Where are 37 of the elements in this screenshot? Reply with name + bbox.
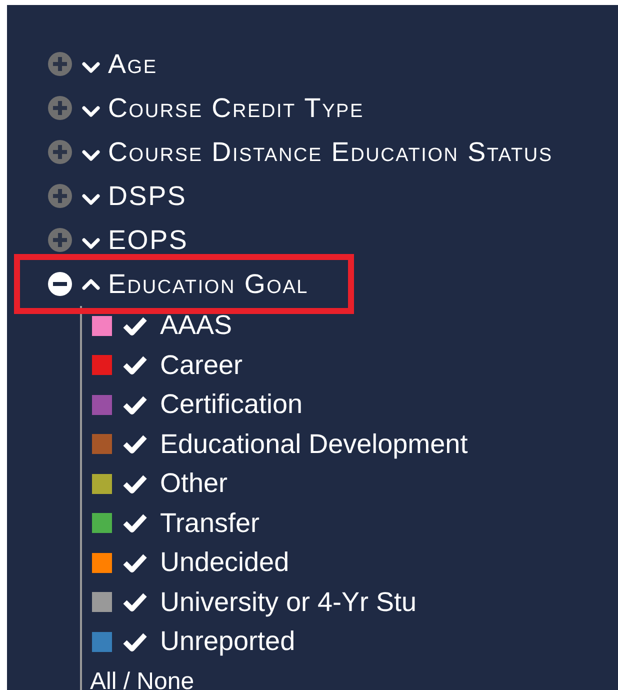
item-label[interactable]: AAAS bbox=[160, 312, 232, 340]
chevron-down-icon bbox=[82, 106, 100, 118]
expand-icon[interactable] bbox=[48, 96, 72, 120]
checkmark-icon[interactable] bbox=[122, 552, 148, 574]
category-label[interactable]: DSPS bbox=[108, 182, 187, 210]
checkmark-icon[interactable] bbox=[122, 591, 148, 614]
category-label[interactable]: Age bbox=[108, 50, 158, 78]
category-label[interactable]: Course Distance Education Status bbox=[108, 138, 553, 166]
chevron-up-icon bbox=[82, 278, 100, 290]
item-label[interactable]: Educational Development bbox=[160, 430, 468, 458]
checkmark-icon[interactable] bbox=[122, 512, 148, 534]
item-label[interactable]: Unreported bbox=[160, 628, 296, 656]
chevron-down-icon bbox=[82, 238, 100, 250]
expand-icon[interactable] bbox=[48, 184, 72, 208]
item-label[interactable]: University or 4-Yr Stu bbox=[160, 588, 417, 616]
checkmark-icon[interactable] bbox=[122, 472, 148, 495]
collapse-icon[interactable] bbox=[48, 272, 72, 296]
expand-icon[interactable] bbox=[48, 52, 72, 76]
checkmark-icon[interactable] bbox=[122, 433, 148, 456]
category-label[interactable]: Education Goal bbox=[108, 270, 309, 298]
item-label[interactable]: Other bbox=[160, 470, 228, 498]
category-label[interactable]: Course Credit Type bbox=[108, 94, 364, 122]
chevron-down-icon bbox=[82, 194, 100, 206]
category-label[interactable]: EOPS bbox=[108, 226, 188, 254]
all-none-link[interactable]: All / None bbox=[90, 670, 194, 690]
checkmark-icon[interactable] bbox=[122, 394, 148, 416]
item-label[interactable]: Transfer bbox=[160, 510, 260, 537]
checkmark-icon[interactable] bbox=[122, 314, 148, 337]
chevron-down-icon bbox=[82, 150, 100, 162]
checkmark-icon[interactable] bbox=[122, 630, 148, 653]
expand-icon[interactable] bbox=[48, 140, 72, 164]
item-label[interactable]: Career bbox=[160, 352, 243, 379]
expand-icon[interactable] bbox=[48, 228, 72, 252]
checkmark-icon[interactable] bbox=[122, 354, 148, 376]
chevron-down-icon bbox=[82, 62, 100, 74]
item-label[interactable]: Certification bbox=[160, 391, 303, 418]
item-label[interactable]: Undecided bbox=[160, 549, 290, 576]
